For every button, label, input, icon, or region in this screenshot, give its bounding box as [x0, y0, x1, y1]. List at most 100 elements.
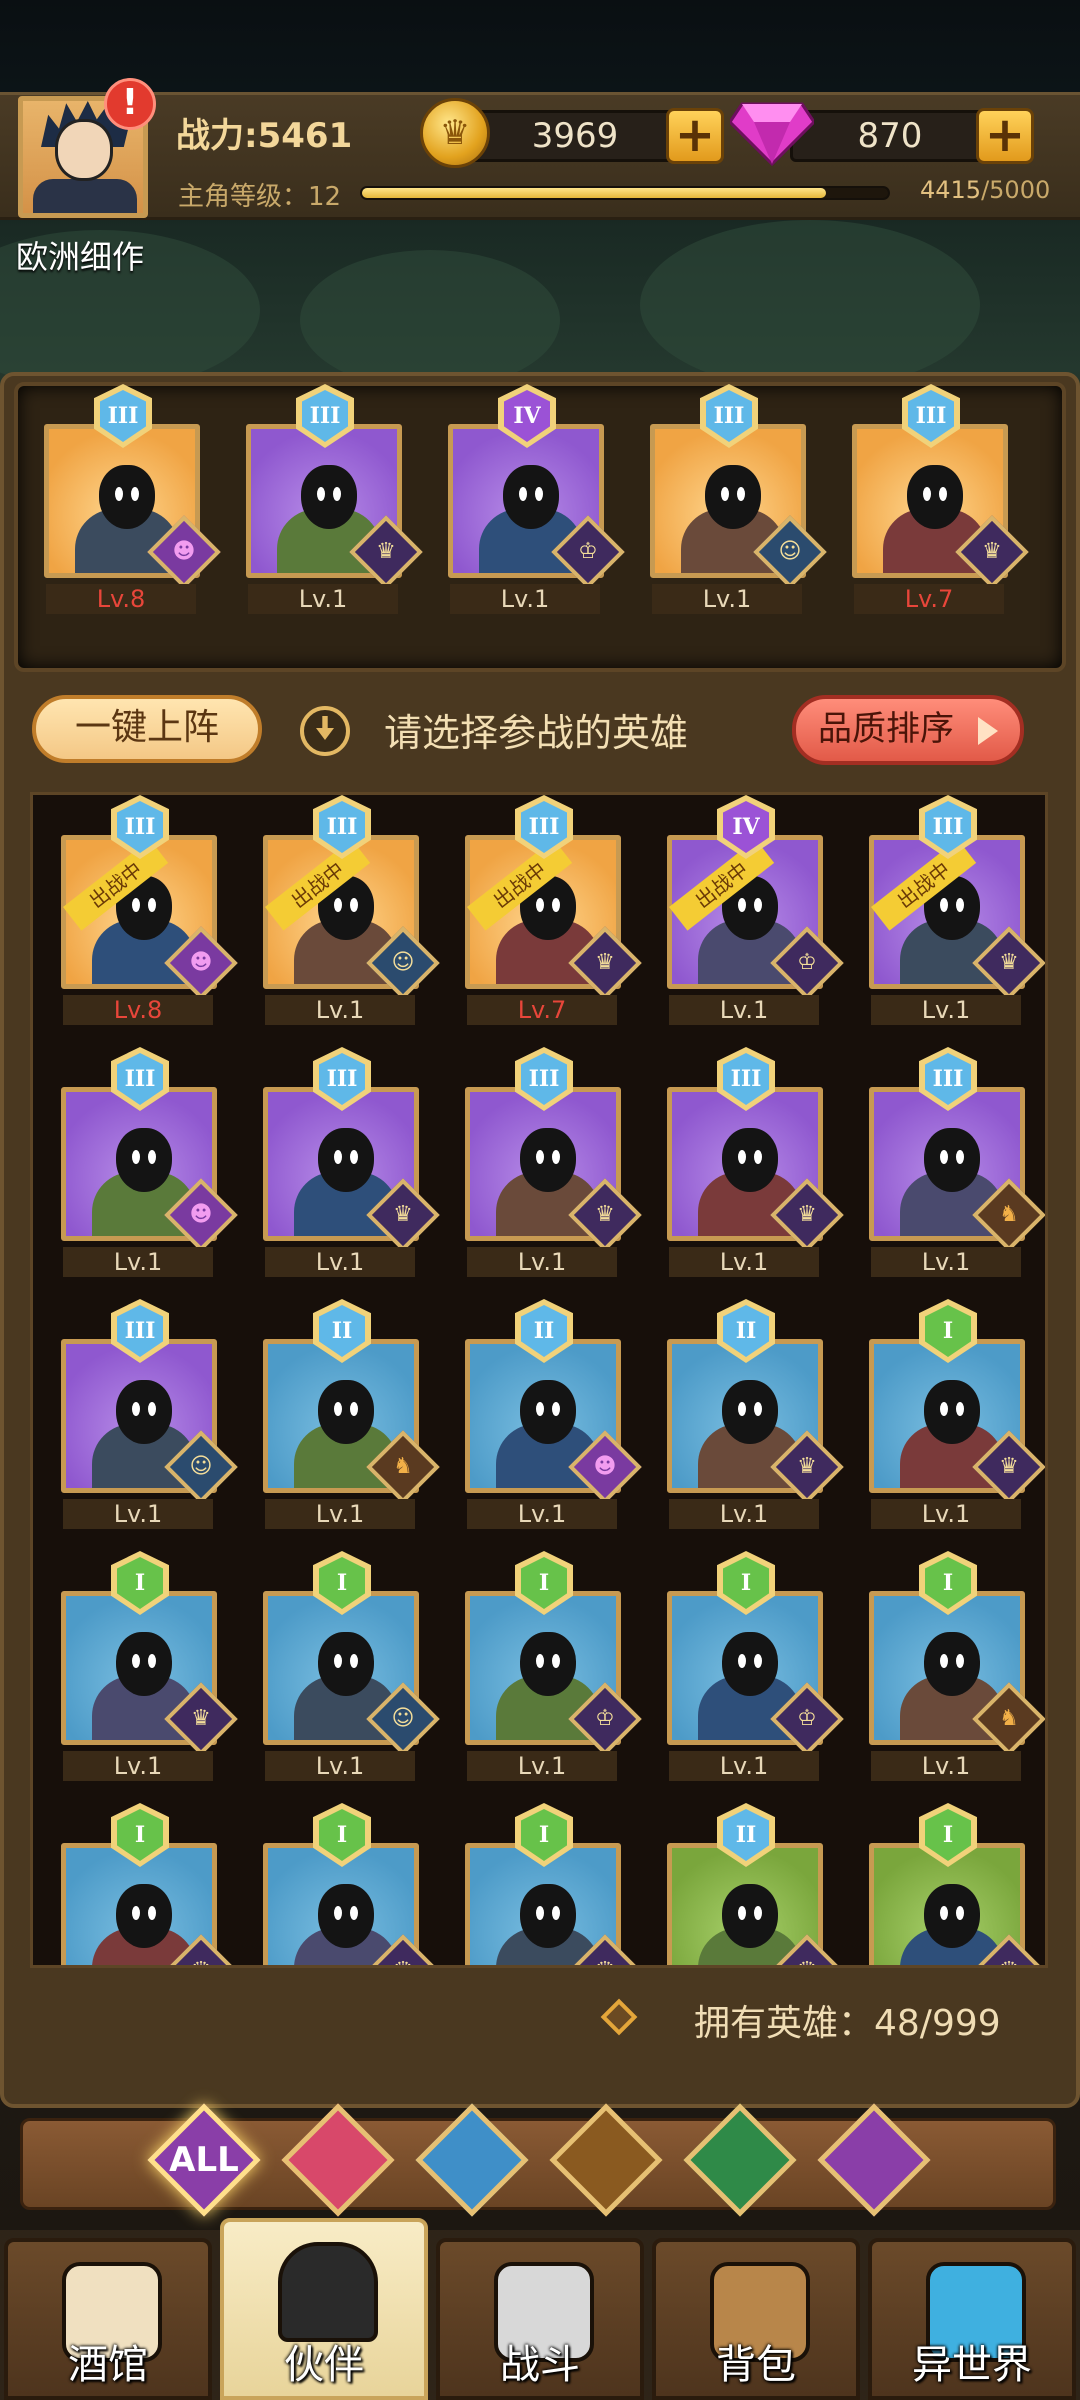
hero-card[interactable]: III ♛ Lv.1	[465, 1047, 642, 1277]
hero-level: Lv.1	[63, 1751, 213, 1781]
quality-sort-label: 品质排序	[818, 709, 954, 749]
gold-coin-icon: ♛	[420, 98, 490, 168]
hero-card[interactable]: III ☻ Lv.1	[61, 1047, 238, 1277]
tier-badge-icon: I	[717, 1551, 775, 1615]
team-slot-card[interactable]: IV ♔ Lv.1	[448, 384, 625, 614]
team-slot-card[interactable]: III ♛ Lv.7	[852, 384, 1029, 614]
tier-label: III	[124, 814, 156, 840]
hero-level: Lv.1	[652, 584, 802, 614]
hero-card[interactable]: I ♔ Lv.1	[667, 1551, 844, 1781]
tier-label: III	[107, 403, 139, 429]
nav-beer-mug-tab[interactable]: 酒馆	[4, 2238, 212, 2400]
tier-label: I	[538, 1570, 550, 1596]
hero-level: Lv.7	[854, 584, 1004, 614]
filter-label: ALL	[169, 2140, 239, 2180]
filter-label	[822, 2108, 926, 2212]
team-slot-card[interactable]: III ☻ Lv.8	[44, 384, 221, 614]
filter-human-button[interactable]	[281, 2103, 395, 2217]
hero-card[interactable]: III ☺ Lv.1	[61, 1299, 238, 1529]
hero-card[interactable]: 出战中 III ♛ Lv.7	[465, 795, 642, 1025]
quality-sort-button[interactable]: 品质排序	[792, 695, 1024, 765]
tier-label: III	[932, 1066, 964, 1092]
hero-card[interactable]: I ♛ Lv.1	[869, 1299, 1045, 1529]
hero-card[interactable]: 出战中 IV ♔ Lv.1	[667, 795, 844, 1025]
battle-team-slots: III ☻ Lv.8 III ♛ Lv.1 IV ♔ Lv.1 III ☺ Lv.1 III ♛ Lv.7	[14, 382, 1066, 672]
hero-card[interactable]: 出战中 III ☻ Lv.8	[61, 795, 238, 1025]
tier-label: IV	[513, 403, 541, 429]
filter-demon-button[interactable]	[817, 2103, 931, 2217]
tier-label: III	[730, 1066, 762, 1092]
nav-label: 酒馆	[68, 2342, 148, 2388]
tier-badge-icon: I	[919, 1551, 977, 1615]
tier-label: III	[326, 814, 358, 840]
filter-label	[554, 2108, 658, 2212]
play-triangle-icon	[978, 717, 998, 745]
add-gold-button[interactable]: +	[666, 108, 724, 164]
hero-card[interactable]: I ♛ Lv.1	[61, 1551, 238, 1781]
team-slot-card[interactable]: III ♛ Lv.1	[246, 384, 423, 614]
hero-card[interactable]: I ♔ Lv.1	[465, 1551, 642, 1781]
xp-text: 4415/5000	[920, 176, 1050, 204]
download-arrow-icon	[300, 706, 350, 756]
hero-card[interactable]: II ♛ Lv.1	[667, 1299, 844, 1529]
nav-label: 异世界	[912, 2342, 1032, 2388]
tier-label: III	[528, 814, 560, 840]
gold-amount: 3969	[470, 110, 680, 162]
hero-level: Lv.1	[265, 995, 415, 1025]
tier-badge-icon: III	[313, 1047, 371, 1111]
hero-card[interactable]: I♛	[869, 1803, 1045, 1965]
tier-label: III	[915, 403, 947, 429]
filter-all-button[interactable]: ALL	[147, 2103, 261, 2217]
tier-badge-icon: IV	[717, 795, 775, 859]
username: 欧洲细作	[16, 238, 145, 276]
tier-label: I	[740, 1570, 752, 1596]
tier-badge-icon: IV	[498, 384, 556, 448]
tier-badge-icon: I	[919, 1299, 977, 1363]
hero-card[interactable]: II ☻ Lv.1	[465, 1299, 642, 1529]
tier-label: III	[124, 1066, 156, 1092]
one-key-deploy-button[interactable]: 一键上阵	[32, 695, 262, 763]
nav-portal-tab[interactable]: 异世界	[868, 2238, 1076, 2400]
hero-card[interactable]: III ♞ Lv.1	[869, 1047, 1045, 1277]
tier-badge-icon: III	[313, 795, 371, 859]
tier-badge-icon: I	[919, 1803, 977, 1867]
alert-icon[interactable]: !	[104, 78, 156, 130]
hero-card[interactable]: I♛	[465, 1803, 642, 1965]
filter-label	[286, 2108, 390, 2212]
hero-level: Lv.1	[871, 1247, 1021, 1277]
tier-label: I	[134, 1822, 146, 1848]
hero-level: Lv.1	[450, 584, 600, 614]
hero-card[interactable]: I ♞ Lv.1	[869, 1551, 1045, 1781]
tier-badge-icon: III	[111, 1047, 169, 1111]
nav-chest-tab[interactable]: 背包	[652, 2238, 860, 2400]
hero-card[interactable]: II♛	[667, 1803, 844, 1965]
tier-label: II	[533, 1318, 555, 1344]
hero-card[interactable]: 出战中 III ♛ Lv.1	[869, 795, 1045, 1025]
tier-label: II	[735, 1822, 757, 1848]
filter-fish-button[interactable]	[415, 2103, 529, 2217]
hero-card[interactable]: 出战中 III ☺ Lv.1	[263, 795, 440, 1025]
xp-current: 4415	[920, 176, 982, 204]
team-slot-card[interactable]: III ☺ Lv.1	[650, 384, 827, 614]
add-gem-button[interactable]: +	[976, 108, 1034, 164]
hero-card[interactable]: II ♞ Lv.1	[263, 1299, 440, 1529]
hero-card[interactable]: III ♛ Lv.1	[667, 1047, 844, 1277]
tier-label: II	[735, 1318, 757, 1344]
nav-crossed-swords-tab[interactable]: 战斗	[436, 2238, 644, 2400]
hero-level: Lv.8	[63, 995, 213, 1025]
player-level: 主角等级：12	[178, 182, 342, 212]
hero-level: Lv.1	[467, 1499, 617, 1529]
hero-card[interactable]: I♛	[61, 1803, 238, 1965]
hero-level: Lv.1	[467, 1751, 617, 1781]
hero-card[interactable]: I ☺ Lv.1	[263, 1551, 440, 1781]
tier-badge-icon: II	[515, 1299, 573, 1363]
filter-elf-button[interactable]	[683, 2103, 797, 2217]
hero-card[interactable]: III ♛ Lv.1	[263, 1047, 440, 1277]
nav-partner-tab[interactable]: 伙伴	[220, 2218, 428, 2400]
hero-card[interactable]: I♛	[263, 1803, 440, 1965]
hero-level: Lv.1	[871, 995, 1021, 1025]
tier-label: III	[713, 403, 745, 429]
filter-label	[688, 2108, 792, 2212]
hero-grid[interactable]: 出战中 III ☻ Lv.8 出战中 III ☺ Lv.1 出战中 III ♛ Lv.7 出战中 IV ♔ L…	[30, 792, 1048, 1968]
filter-beast-button[interactable]	[549, 2103, 663, 2217]
